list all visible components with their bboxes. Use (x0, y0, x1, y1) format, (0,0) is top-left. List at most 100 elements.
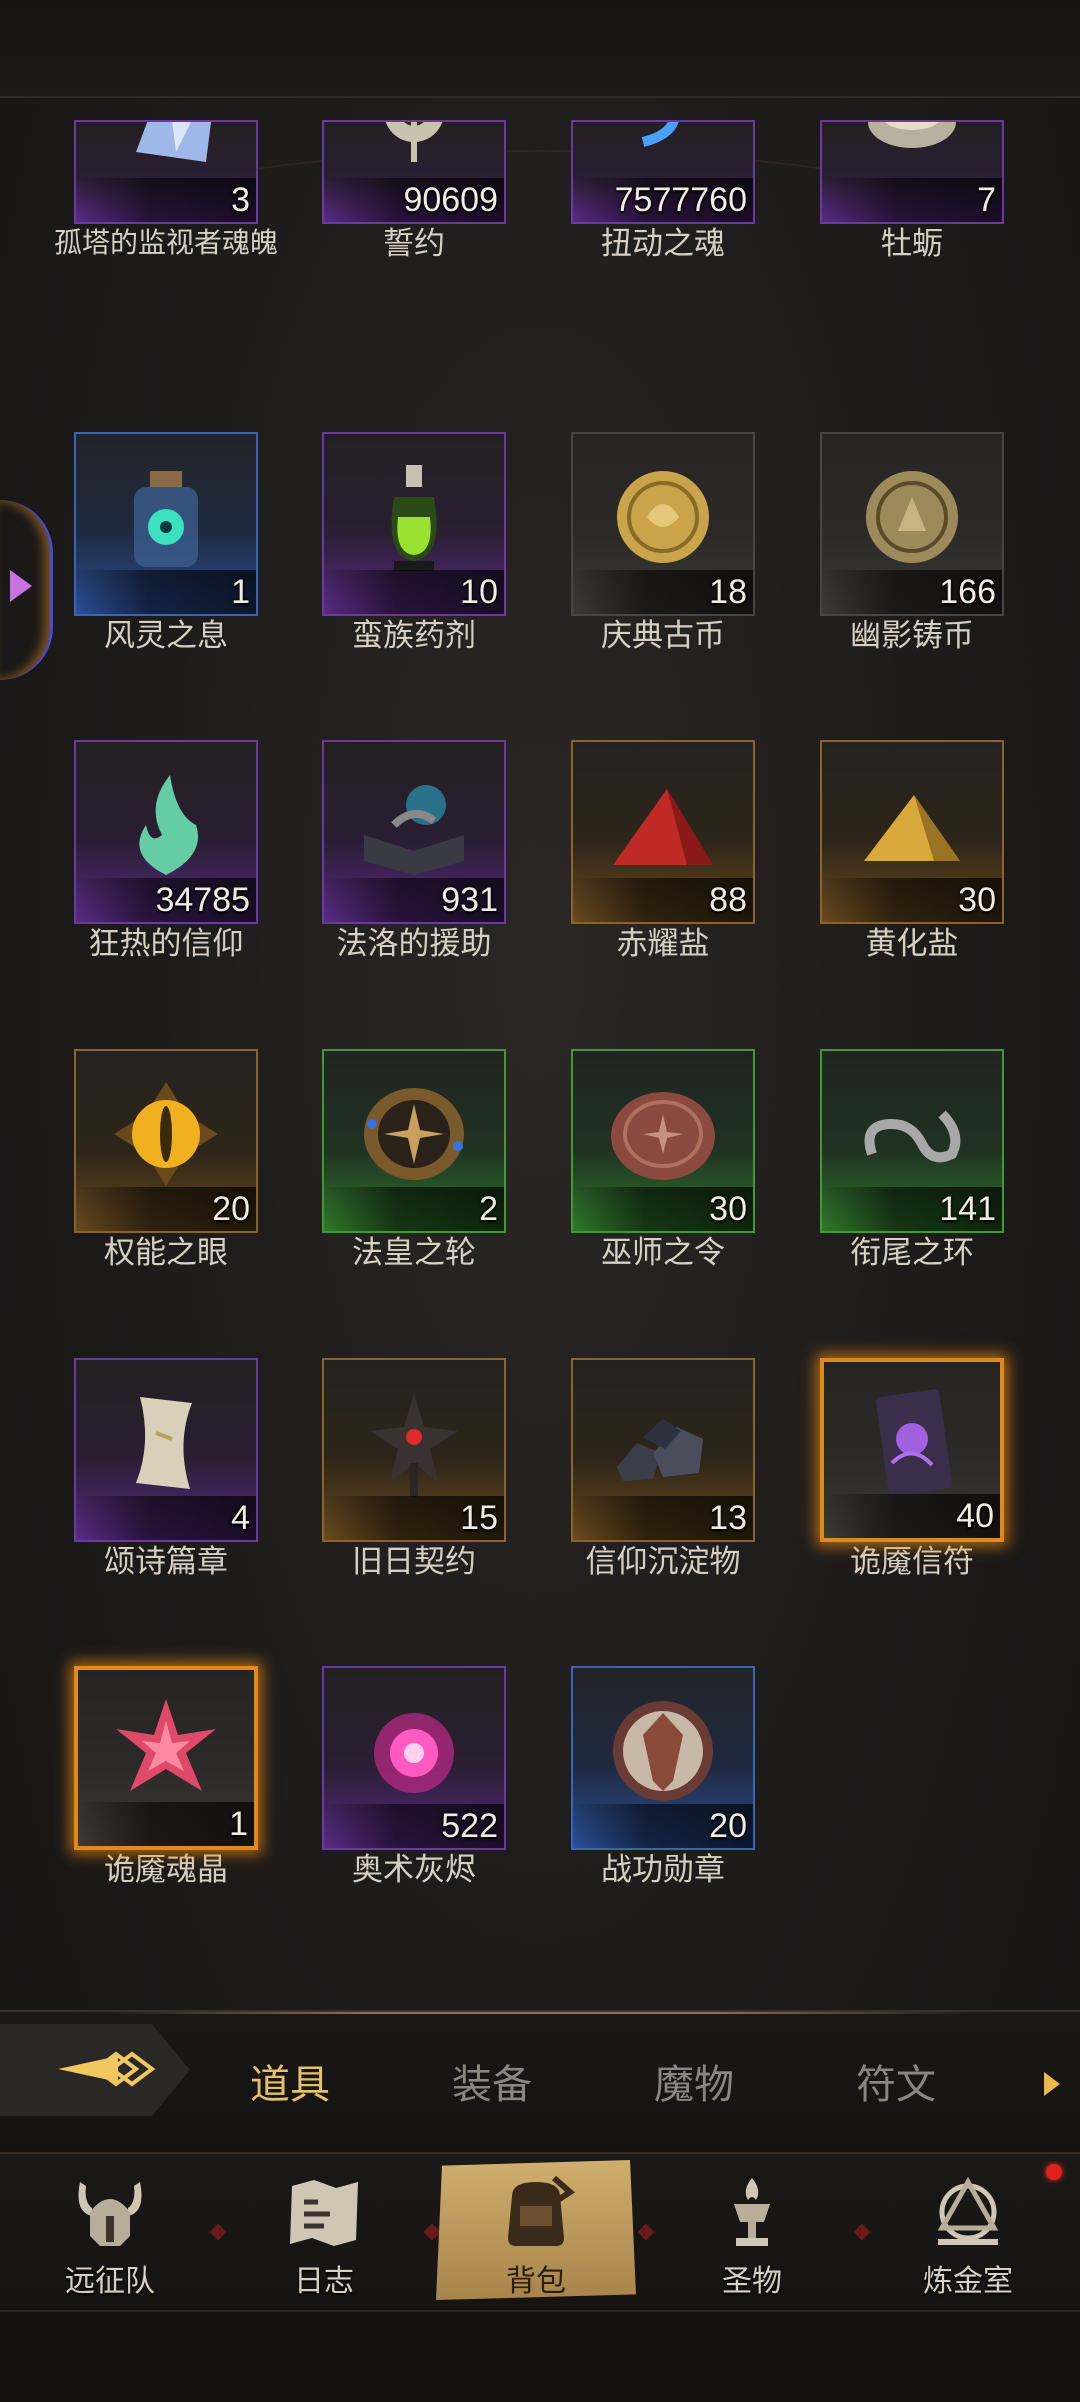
twisting-soul-icon (641, 122, 679, 147)
inventory-slot[interactable]: 2 法皇之轮 (322, 1049, 506, 1269)
item-frame[interactable]: 90609 (322, 120, 506, 224)
item-name: 风灵之息 (104, 618, 228, 654)
item-count: 18 (709, 573, 747, 611)
nav-backpack[interactable]: 背包 (436, 2160, 636, 2300)
inventory-slot[interactable]: 522 奥术灰烬 (322, 1666, 506, 1886)
inventory-slot[interactable]: 1 诡魇魂晶 (74, 1666, 258, 1886)
item-frame[interactable]: 4 (74, 1358, 258, 1542)
item-name: 孤塔的监视者魂魄 (53, 226, 278, 259)
ouroboros-ring-icon (864, 1110, 961, 1163)
nav-label: 炼金室 (923, 2264, 1013, 2299)
arrow-diamond-icon (58, 2051, 156, 2087)
item-frame[interactable]: 20 (74, 1049, 258, 1233)
inventory-slot[interactable]: 34785 狂热的信仰 (74, 740, 258, 960)
item-frame[interactable]: 30 (571, 1049, 755, 1233)
golden-eye-icon (114, 1081, 218, 1186)
inventory-slot[interactable]: 4 颂诗篇章 (74, 1358, 258, 1578)
inventory-slot[interactable]: 15 旧日契约 (322, 1358, 506, 1578)
item-count: 2 (479, 1190, 498, 1228)
crystal-shard-icon (136, 122, 211, 162)
item-count: 13 (709, 1499, 747, 1537)
item-frame[interactable]: 141 (820, 1049, 1004, 1233)
inventory-slot[interactable]: 40 诡魇信符 (820, 1358, 1004, 1578)
inventory-slot[interactable]: 931 法洛的援助 (322, 740, 506, 960)
tab-items[interactable]: 道具 (250, 2052, 330, 2110)
count-band (76, 178, 256, 222)
inventory-slot[interactable]: 88 赤耀盐 (571, 740, 755, 960)
item-count: 522 (441, 1807, 498, 1845)
inventory-slot[interactable]: 18 庆典古币 (571, 432, 755, 652)
item-name: 蛮族药剂 (352, 618, 476, 654)
inventory-slot[interactable]: 141 衔尾之环 (820, 1049, 1004, 1269)
count-band (324, 1187, 504, 1231)
inventory-slot[interactable]: 13 信仰沉淀物 (571, 1358, 755, 1578)
item-name: 狂热的信仰 (88, 926, 244, 962)
item-frame[interactable]: 166 (820, 432, 1004, 616)
pink-star-crystal-icon (116, 1698, 216, 1791)
tab-equipment[interactable]: 装备 (452, 2052, 532, 2110)
inventory-slot[interactable]: 10 蛮族药剂 (322, 432, 506, 652)
tab-monsters[interactable]: 魔物 (654, 2052, 734, 2110)
item-count: 20 (709, 1807, 747, 1845)
inventory-slot[interactable]: 166 幽影铸币 (820, 432, 1004, 652)
item-name: 庆典古币 (601, 618, 725, 654)
more-tabs-arrow-icon[interactable] (1044, 2072, 1060, 2096)
nav-expedition[interactable]: 远征队 (10, 2160, 210, 2300)
inventory-slot[interactable]: 30 巫师之令 (571, 1049, 755, 1269)
item-frame[interactable]: 18 (571, 432, 755, 616)
item-frame[interactable]: 13 (571, 1358, 755, 1542)
item-name: 巫师之令 (601, 1235, 725, 1271)
item-count: 10 (460, 573, 498, 611)
green-flame-icon (139, 774, 198, 875)
inventory-slot[interactable]: 7577760 扭动之魂 (571, 40, 755, 260)
item-frame[interactable]: 7 (820, 120, 1004, 224)
nav-label: 远征队 (65, 2264, 155, 2299)
arcane-orb-icon (374, 1712, 454, 1793)
nav-journal[interactable]: 日志 (224, 2160, 424, 2300)
item-frame[interactable]: 2 (322, 1049, 506, 1233)
item-frame[interactable]: 34785 (74, 740, 258, 924)
item-frame[interactable]: 15 (322, 1358, 506, 1542)
tab-bar-divider (100, 2012, 980, 2014)
oath-emblem-icon (385, 122, 443, 162)
item-count: 88 (709, 881, 747, 919)
item-frame[interactable]: 30 (820, 740, 1004, 924)
map-scroll-icon (290, 2180, 358, 2246)
item-count: 30 (958, 881, 996, 919)
item-frame[interactable]: 40 (820, 1358, 1004, 1542)
nav-label: 圣物 (722, 2264, 782, 2299)
red-salt-pile-icon (613, 788, 713, 865)
item-frame[interactable]: 522 (322, 1666, 506, 1850)
potion-flask-icon (391, 464, 437, 571)
count-band (822, 178, 1002, 222)
item-frame[interactable]: 10 (322, 432, 506, 616)
inventory-slot[interactable]: 30 黄化盐 (820, 740, 1004, 960)
notification-dot (1046, 2164, 1062, 2180)
tab-runes[interactable]: 符文 (856, 2052, 936, 2110)
item-frame[interactable]: 1 (74, 1666, 258, 1850)
item-frame[interactable]: 931 (322, 740, 506, 924)
inventory-slot[interactable]: 3 孤塔的监视者魂魄 (54, 40, 278, 258)
item-frame[interactable]: 3 (74, 120, 258, 224)
count-band (76, 570, 256, 614)
yellow-salt-pile-icon (864, 794, 960, 861)
item-name: 信仰沉淀物 (585, 1544, 741, 1580)
gold-coin-icon (617, 470, 709, 563)
item-count: 3 (231, 181, 250, 219)
item-frame[interactable]: 7577760 (571, 120, 755, 224)
inventory-slot[interactable]: 7 牡蛎 (820, 40, 1004, 260)
copper-token-icon (611, 1091, 715, 1180)
item-count: 141 (939, 1190, 996, 1228)
inventory-slot[interactable]: 90609 誓约 (322, 40, 506, 260)
item-frame[interactable]: 88 (571, 740, 755, 924)
inventory-slot[interactable]: 20 权能之眼 (74, 1049, 258, 1269)
item-frame[interactable]: 1 (74, 432, 258, 616)
nav-relics[interactable]: 圣物 (652, 2160, 852, 2300)
inventory-slot[interactable]: 1 风灵之息 (74, 432, 258, 652)
inventory-slot[interactable]: 20 战功勋章 (571, 1666, 755, 1886)
item-name: 诡魇魂晶 (104, 1852, 228, 1888)
compass-wheel-icon (364, 1087, 464, 1180)
item-frame[interactable]: 20 (571, 1666, 755, 1850)
item-count: 90609 (403, 181, 498, 219)
nav-alchemy[interactable]: 炼金室 (868, 2160, 1068, 2300)
